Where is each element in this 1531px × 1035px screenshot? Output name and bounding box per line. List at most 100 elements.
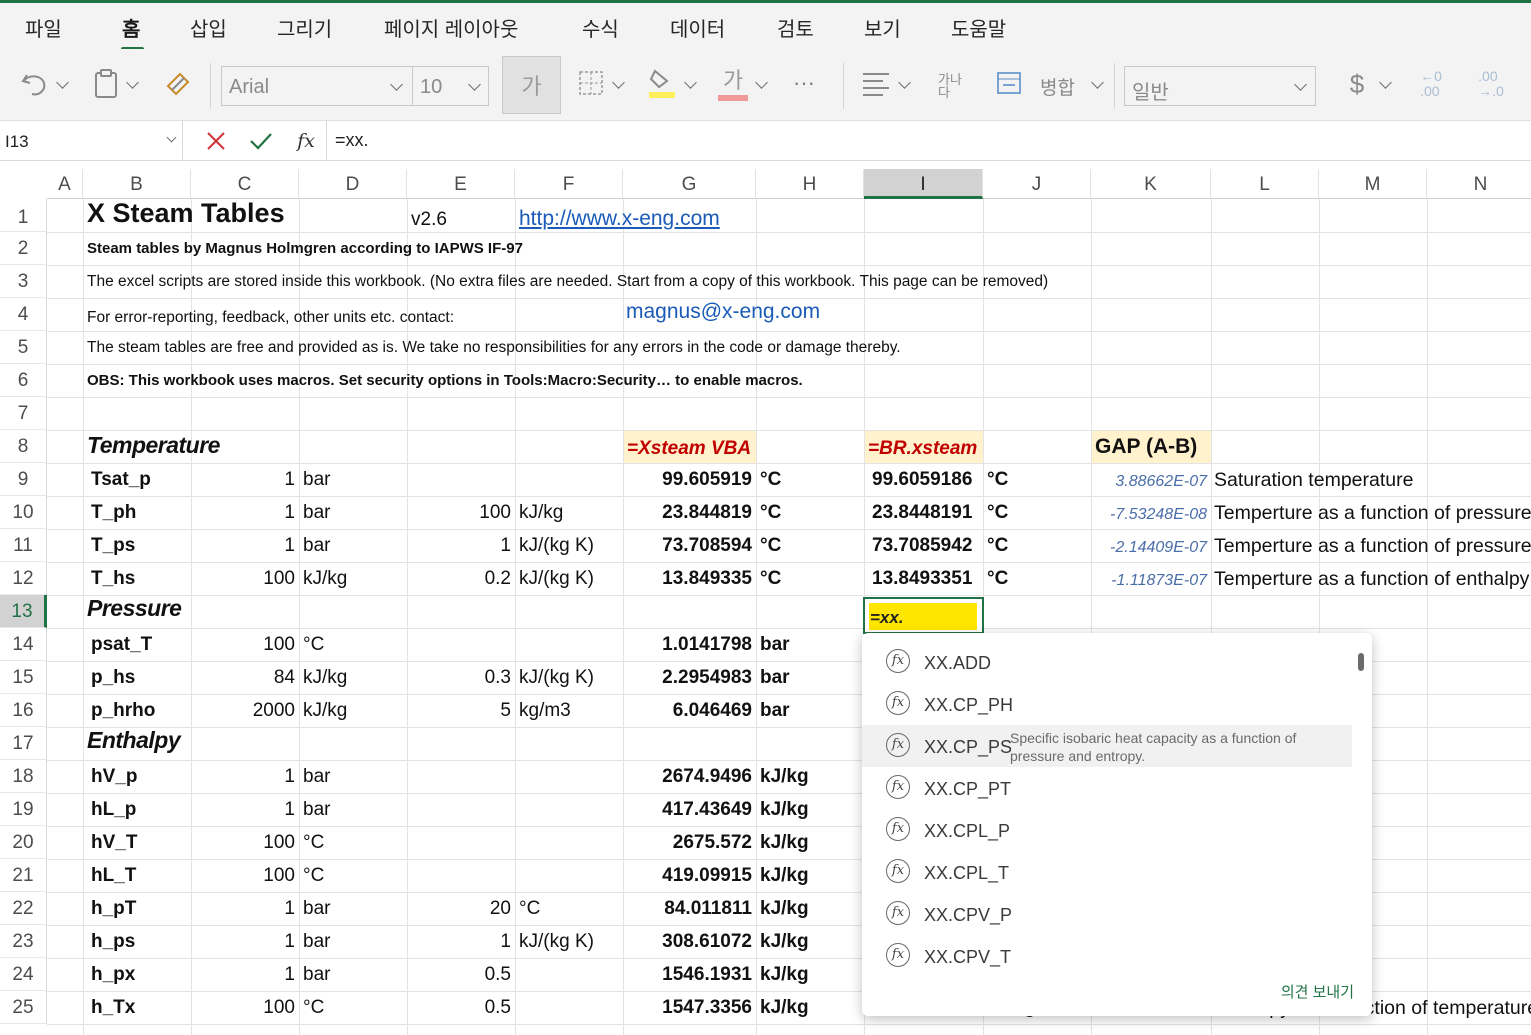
column-header-m[interactable]: M bbox=[1319, 169, 1427, 199]
fill-color-icon[interactable] bbox=[647, 65, 677, 99]
unit-1: bar bbox=[303, 766, 331, 787]
active-cell-input[interactable]: =xx. bbox=[870, 608, 904, 628]
chevron-down-icon[interactable] bbox=[755, 76, 768, 89]
column-header-l[interactable]: L bbox=[1211, 169, 1319, 199]
row-header-17[interactable]: 17 bbox=[0, 727, 47, 760]
align-icon[interactable] bbox=[860, 69, 892, 99]
column-header-a[interactable]: A bbox=[47, 169, 83, 199]
number-format-combo[interactable]: 일반 bbox=[1124, 66, 1316, 106]
tab-draw[interactable]: 그리기 bbox=[277, 13, 332, 42]
function-name: XX.CP_PS bbox=[924, 737, 1013, 757]
tab-view[interactable]: 보기 bbox=[864, 13, 901, 42]
autocomplete-item[interactable]: fx XX.CPL_P bbox=[862, 809, 1352, 851]
tab-data[interactable]: 데이터 bbox=[670, 13, 725, 42]
column-header-b[interactable]: B bbox=[83, 169, 191, 199]
bold-button[interactable]: 가 bbox=[502, 56, 561, 114]
column-headers: ABCDEFGHIJKLMN bbox=[0, 169, 1531, 199]
row-header-2[interactable]: 2 bbox=[0, 232, 47, 265]
row-header-24[interactable]: 24 bbox=[0, 958, 47, 991]
column-header-h[interactable]: H bbox=[756, 169, 864, 199]
row-header-21[interactable]: 21 bbox=[0, 859, 47, 892]
tab-review[interactable]: 검토 bbox=[777, 13, 814, 42]
chevron-down-icon[interactable] bbox=[612, 76, 625, 89]
autocomplete-item[interactable]: fx XX.CP_PT bbox=[862, 767, 1352, 809]
more-options-icon[interactable]: ··· bbox=[788, 70, 820, 95]
row-header-11[interactable]: 11 bbox=[0, 529, 47, 562]
column-header-n[interactable]: N bbox=[1427, 169, 1531, 199]
paste-icon[interactable] bbox=[90, 66, 122, 102]
font-color-icon[interactable]: 가 bbox=[717, 63, 749, 101]
undo-icon[interactable] bbox=[18, 67, 50, 101]
row-header-13[interactable]: 13 bbox=[0, 595, 47, 628]
row-header-25[interactable]: 25 bbox=[0, 991, 47, 1024]
column-header-g[interactable]: G bbox=[623, 169, 756, 199]
chevron-down-icon[interactable] bbox=[684, 76, 697, 89]
row-header-15[interactable]: 15 bbox=[0, 661, 47, 694]
column-header-f[interactable]: F bbox=[515, 169, 623, 199]
feedback-link[interactable]: 의견 보내기 bbox=[1281, 981, 1354, 1002]
increase-decimal-icon[interactable]: ←0 .00 bbox=[1414, 67, 1448, 101]
column-header-e[interactable]: E bbox=[407, 169, 515, 199]
wrap-text-icon[interactable]: 가나 다 bbox=[933, 69, 967, 103]
row-header-7[interactable]: 7 bbox=[0, 397, 47, 430]
chevron-down-icon[interactable] bbox=[126, 76, 139, 89]
format-painter-icon[interactable] bbox=[162, 68, 194, 100]
column-header-k[interactable]: K bbox=[1091, 169, 1211, 199]
row-header-12[interactable]: 12 bbox=[0, 562, 47, 595]
url-link[interactable]: http://www.x-eng.com bbox=[519, 208, 720, 229]
autocomplete-item[interactable]: fx XX.CP_PH bbox=[862, 683, 1352, 725]
tab-formulas[interactable]: 수식 bbox=[582, 13, 619, 42]
row-header-8[interactable]: 8 bbox=[0, 430, 47, 463]
borders-icon[interactable] bbox=[577, 69, 605, 97]
row-header-18[interactable]: 18 bbox=[0, 760, 47, 793]
email-link[interactable]: magnus@x-eng.com bbox=[626, 301, 820, 322]
row-header-6[interactable]: 6 bbox=[0, 364, 47, 397]
column-header-j[interactable]: J bbox=[983, 169, 1091, 199]
input-value-2: 1 bbox=[500, 535, 511, 556]
row-header-4[interactable]: 4 bbox=[0, 298, 47, 331]
column-header-c[interactable]: C bbox=[191, 169, 299, 199]
tab-insert[interactable]: 삽입 bbox=[190, 13, 227, 42]
chevron-down-icon[interactable] bbox=[56, 76, 69, 89]
tab-home[interactable]: 홈 bbox=[122, 13, 140, 42]
description-cell: Temperture as a function of pressure bbox=[1214, 502, 1531, 524]
chevron-down-icon[interactable] bbox=[1091, 76, 1104, 89]
tab-file[interactable]: 파일 bbox=[25, 13, 62, 42]
autocomplete-item[interactable]: fx XX.CPV_T bbox=[862, 935, 1352, 977]
autocomplete-item[interactable]: fx XX.ADD bbox=[862, 641, 1352, 683]
merge-label[interactable]: 병합 bbox=[1040, 73, 1075, 100]
merge-icon[interactable] bbox=[995, 69, 1023, 97]
row-header-23[interactable]: 23 bbox=[0, 925, 47, 958]
autocomplete-item[interactable]: fx XX.CPV_P bbox=[862, 893, 1352, 935]
dropdown-scrollbar[interactable] bbox=[1358, 653, 1364, 671]
row-header-19[interactable]: 19 bbox=[0, 793, 47, 826]
tab-page-layout[interactable]: 페이지 레이아웃 bbox=[384, 13, 518, 42]
chevron-down-icon[interactable] bbox=[1379, 76, 1392, 89]
autocomplete-item[interactable]: fx XX.CP_PS Specific isobaric heat capacit… bbox=[862, 725, 1352, 767]
row-header-14[interactable]: 14 bbox=[0, 628, 47, 661]
row-header-10[interactable]: 10 bbox=[0, 496, 47, 529]
confirm-icon[interactable] bbox=[248, 129, 274, 153]
insert-function-icon[interactable]: fx bbox=[292, 128, 320, 154]
name-box[interactable]: I13 bbox=[0, 121, 183, 161]
row-header-22[interactable]: 22 bbox=[0, 892, 47, 925]
row-header-16[interactable]: 16 bbox=[0, 694, 47, 727]
row-header-1[interactable]: 1 bbox=[0, 199, 47, 232]
font-name-combo[interactable]: Arial bbox=[221, 66, 413, 106]
chevron-down-icon[interactable] bbox=[898, 76, 911, 89]
autocomplete-item[interactable]: fx XX.CPL_T bbox=[862, 851, 1352, 893]
function-name-cell: h_Tx bbox=[91, 997, 136, 1018]
row-header-9[interactable]: 9 bbox=[0, 463, 47, 496]
row-header-20[interactable]: 20 bbox=[0, 826, 47, 859]
row-header-5[interactable]: 5 bbox=[0, 331, 47, 364]
active-cell[interactable]: =xx. bbox=[863, 597, 984, 634]
gap-header: GAP (A-B) bbox=[1095, 435, 1198, 458]
cancel-icon[interactable] bbox=[204, 129, 228, 153]
row-header-3[interactable]: 3 bbox=[0, 265, 47, 298]
decrease-decimal-icon[interactable]: .00 →.0 bbox=[1474, 67, 1508, 101]
column-header-d[interactable]: D bbox=[299, 169, 407, 199]
column-header-i[interactable]: I bbox=[864, 169, 983, 199]
formula-input[interactable]: =xx. bbox=[335, 130, 369, 151]
tab-help[interactable]: 도움말 bbox=[951, 13, 1006, 42]
currency-icon[interactable]: $ bbox=[1344, 69, 1370, 99]
